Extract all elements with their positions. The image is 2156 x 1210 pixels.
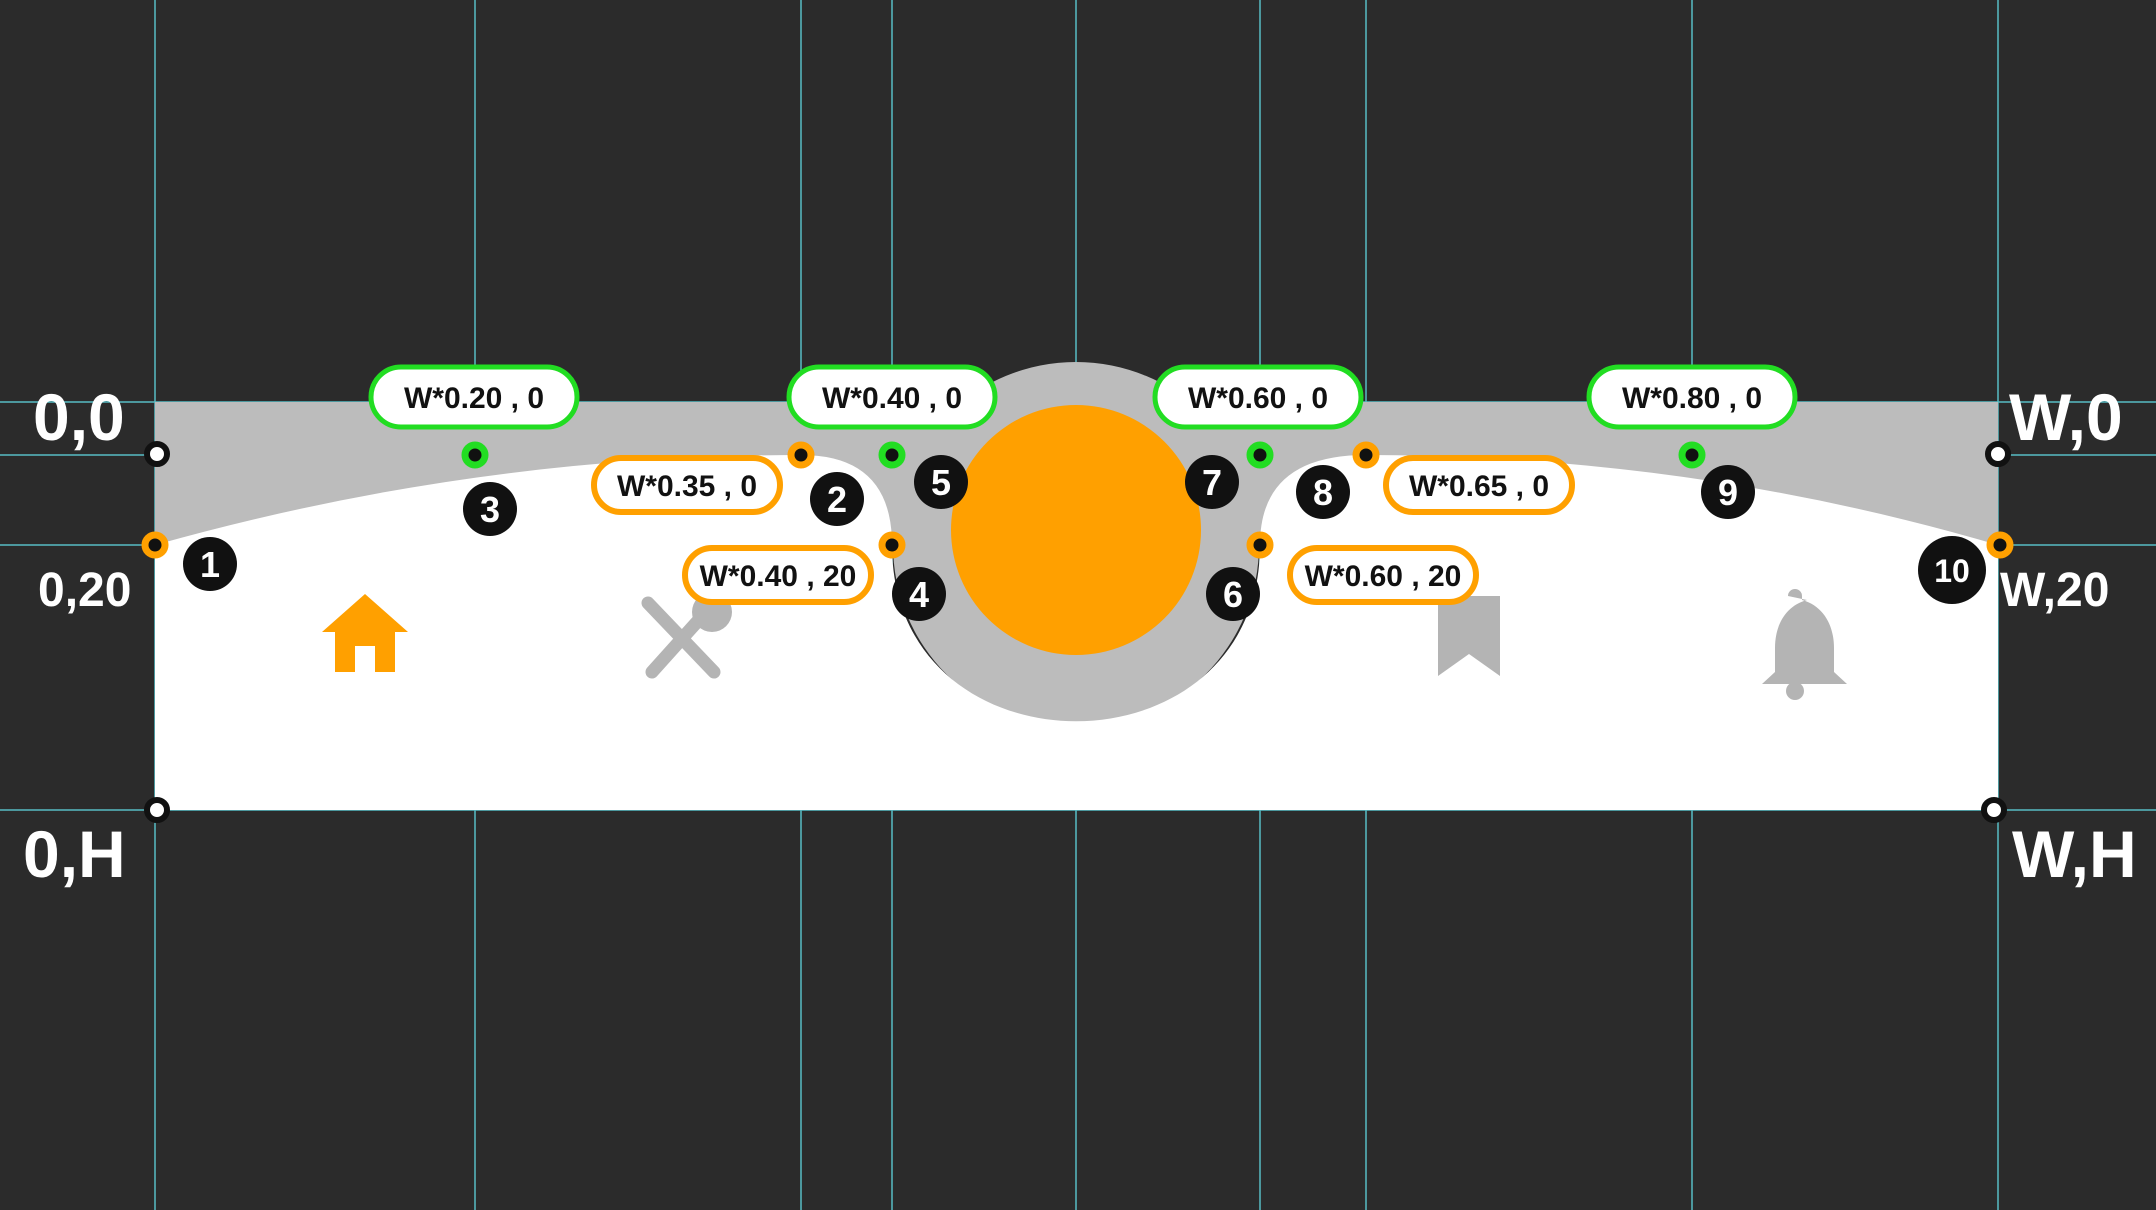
label-top-right: W,0 — [2009, 380, 2123, 454]
badge-5-text: 5 — [931, 462, 951, 503]
label-left-20: 0,20 — [38, 564, 131, 617]
badge-2: 2 — [810, 472, 864, 526]
orange-pill-2-text: W*0.40 , 20 — [700, 560, 857, 593]
center-circle-button[interactable] — [951, 405, 1201, 655]
badge-7: 7 — [1185, 455, 1239, 509]
badge-10: 10 — [1918, 536, 1986, 604]
label-top-left: 0,0 — [33, 380, 125, 454]
label-right-20: W,20 — [2000, 564, 2109, 617]
badge-5: 5 — [914, 455, 968, 509]
badge-9-text: 9 — [1718, 472, 1738, 513]
orange-pill-1: W*0.35 , 0 — [591, 455, 783, 515]
badge-3-text: 3 — [480, 489, 500, 530]
green-pill-3: W*0.60 , 0 — [1152, 364, 1364, 430]
label-bottom-left: 0,H — [23, 817, 126, 891]
badge-6: 6 — [1206, 567, 1260, 621]
badge-2-text: 2 — [827, 479, 847, 520]
orange-pill-2: W*0.40 , 20 — [682, 545, 874, 605]
green-pill-1-text: W*0.20 , 0 — [404, 382, 544, 415]
green-pill-2-text: W*0.40 , 0 — [822, 382, 962, 415]
badge-1: 1 — [183, 537, 237, 591]
badge-7-text: 7 — [1202, 462, 1222, 503]
green-pill-4-text: W*0.80 , 0 — [1622, 382, 1762, 415]
badge-9: 9 — [1701, 465, 1755, 519]
badge-10-text: 10 — [1934, 553, 1970, 589]
badge-8-text: 8 — [1313, 472, 1333, 513]
bottom-nav-bezier-diagram: 0,0 0,20 0,H W,0 W,20 W,H W*0.20 , 0 W*0… — [0, 0, 2156, 1210]
orange-pill-4: W*0.65 , 0 — [1383, 455, 1575, 515]
label-bottom-right: W,H — [2012, 817, 2137, 891]
badge-6-text: 6 — [1223, 574, 1243, 615]
badge-1-text: 1 — [200, 544, 220, 585]
green-pill-4: W*0.80 , 0 — [1586, 364, 1798, 430]
green-pill-2: W*0.40 , 0 — [786, 364, 998, 430]
orange-pill-4-text: W*0.65 , 0 — [1409, 470, 1549, 503]
orange-pill-3-text: W*0.60 , 20 — [1305, 560, 1462, 593]
badge-4-text: 4 — [909, 574, 929, 615]
orange-pill-1-text: W*0.35 , 0 — [617, 470, 757, 503]
badge-3: 3 — [463, 482, 517, 536]
green-pill-1: W*0.20 , 0 — [368, 364, 580, 430]
badge-4: 4 — [892, 567, 946, 621]
orange-pill-3: W*0.60 , 20 — [1287, 545, 1479, 605]
badge-8: 8 — [1296, 465, 1350, 519]
green-pill-3-text: W*0.60 , 0 — [1188, 382, 1328, 415]
